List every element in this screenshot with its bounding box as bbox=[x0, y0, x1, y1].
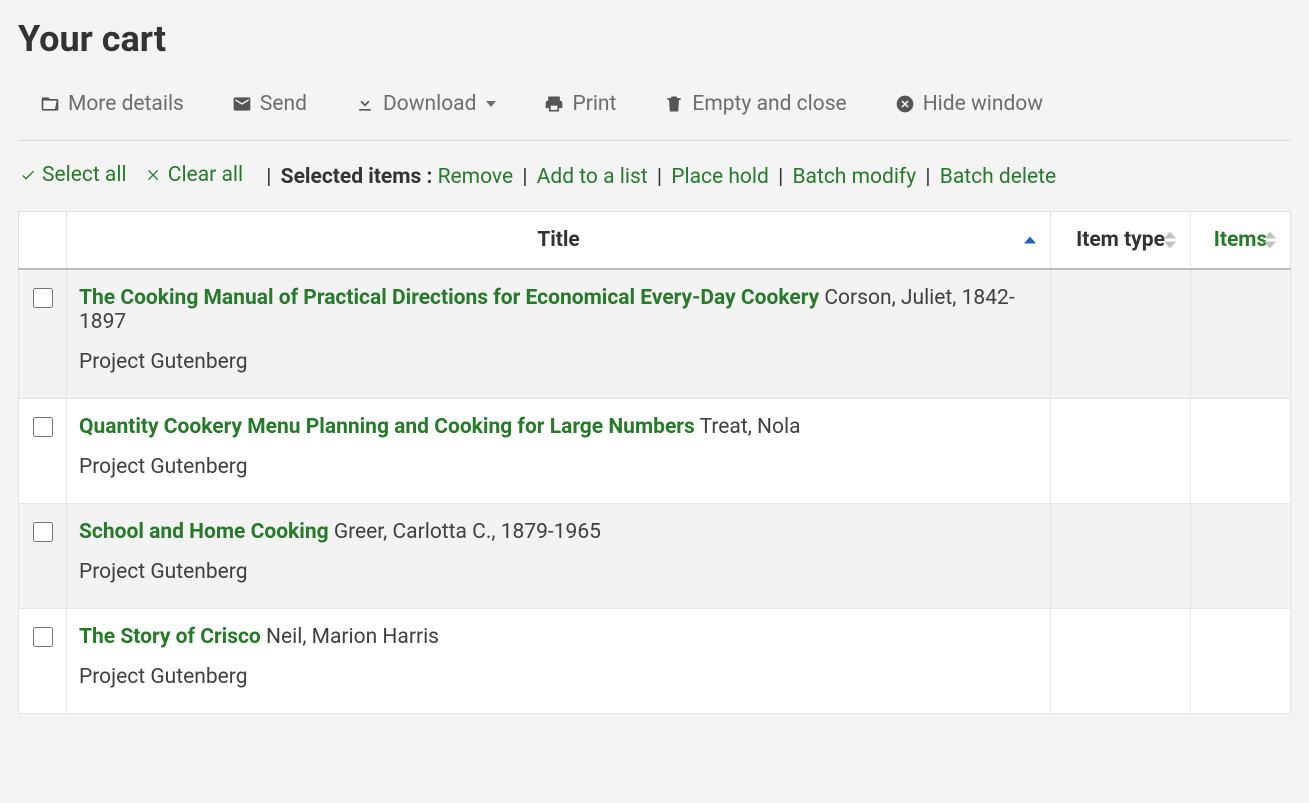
item-title-link[interactable]: The Cooking Manual of Practical Directio… bbox=[79, 286, 819, 310]
send-button[interactable]: Send bbox=[232, 92, 307, 116]
print-label: Print bbox=[572, 92, 616, 116]
item-author: Treat, Nola bbox=[700, 415, 801, 439]
row-checkbox[interactable] bbox=[33, 417, 53, 437]
item-title-link[interactable]: School and Home Cooking bbox=[79, 520, 329, 544]
row-title-cell: Quantity Cookery Menu Planning and Cooki… bbox=[67, 399, 1051, 504]
send-label: Send bbox=[260, 92, 307, 116]
sort-asc-icon bbox=[1164, 232, 1176, 239]
clear-all-button[interactable]: Clear all bbox=[146, 163, 243, 187]
more-details-label: More details bbox=[68, 92, 184, 116]
separator: | bbox=[518, 165, 531, 189]
clear-all-label: Clear all bbox=[168, 163, 243, 187]
remove-button[interactable]: Remove bbox=[438, 165, 514, 189]
column-item-type-label: Item type bbox=[1076, 228, 1165, 252]
cart-table: Title Item type Items The Cook bbox=[18, 211, 1291, 714]
separator: | bbox=[774, 165, 787, 189]
column-checkbox bbox=[19, 212, 67, 270]
separator: | bbox=[653, 165, 666, 189]
item-publisher: Project Gutenberg bbox=[79, 560, 1038, 584]
row-checkbox-cell bbox=[19, 609, 67, 714]
item-title-link[interactable]: Quantity Cookery Menu Planning and Cooki… bbox=[79, 415, 695, 439]
toolbar: More details Send Download Print Empty a… bbox=[18, 84, 1291, 141]
column-items[interactable]: Items bbox=[1191, 212, 1291, 270]
row-items bbox=[1191, 504, 1291, 609]
page-title: Your cart bbox=[18, 18, 1291, 60]
column-items-label: Items bbox=[1214, 228, 1268, 252]
row-item-type bbox=[1051, 399, 1191, 504]
print-button[interactable]: Print bbox=[544, 92, 616, 116]
row-item-type bbox=[1051, 504, 1191, 609]
table-header-row: Title Item type Items bbox=[19, 212, 1291, 270]
selected-items-label: Selected items : bbox=[281, 165, 433, 189]
hide-window-button[interactable]: Hide window bbox=[895, 92, 1043, 116]
print-icon bbox=[544, 94, 564, 114]
separator: | bbox=[921, 165, 934, 189]
separator: | bbox=[262, 165, 275, 189]
sort-indicator bbox=[1024, 237, 1036, 244]
row-checkbox-cell bbox=[19, 269, 67, 399]
download-label: Download bbox=[383, 92, 477, 116]
hide-window-label: Hide window bbox=[923, 92, 1043, 116]
row-items bbox=[1191, 609, 1291, 714]
empty-close-label: Empty and close bbox=[692, 92, 846, 116]
caret-down-icon bbox=[486, 101, 496, 107]
row-checkbox[interactable] bbox=[33, 627, 53, 647]
download-button[interactable]: Download bbox=[355, 92, 497, 116]
item-publisher: Project Gutenberg bbox=[79, 350, 1038, 374]
item-author: Neil, Marion Harris bbox=[266, 625, 439, 649]
batch-delete-button[interactable]: Batch delete bbox=[940, 165, 1056, 189]
row-title-cell: The Cooking Manual of Practical Directio… bbox=[67, 269, 1051, 399]
more-details-button[interactable]: More details bbox=[40, 92, 184, 116]
select-all-label: Select all bbox=[42, 163, 127, 187]
place-hold-button[interactable]: Place hold bbox=[671, 165, 769, 189]
folder-open-icon bbox=[40, 94, 60, 114]
row-item-type bbox=[1051, 609, 1191, 714]
add-to-list-button[interactable]: Add to a list bbox=[537, 165, 648, 189]
trash-icon bbox=[664, 94, 684, 114]
item-title-link[interactable]: The Story of Crisco bbox=[79, 625, 261, 649]
column-item-type[interactable]: Item type bbox=[1051, 212, 1191, 270]
table-row: The Story of Crisco Neil, Marion Harris P… bbox=[19, 609, 1291, 714]
download-icon bbox=[355, 94, 375, 114]
row-title-cell: The Story of Crisco Neil, Marion Harris P… bbox=[67, 609, 1051, 714]
table-row: Quantity Cookery Menu Planning and Cooki… bbox=[19, 399, 1291, 504]
row-item-type bbox=[1051, 269, 1191, 399]
table-row: School and Home Cooking Greer, Carlotta … bbox=[19, 504, 1291, 609]
row-checkbox[interactable] bbox=[33, 288, 53, 308]
column-title[interactable]: Title bbox=[67, 212, 1051, 270]
row-checkbox[interactable] bbox=[33, 522, 53, 542]
row-checkbox-cell bbox=[19, 399, 67, 504]
item-publisher: Project Gutenberg bbox=[79, 665, 1038, 689]
close-circle-icon bbox=[895, 94, 915, 114]
sort-desc-icon bbox=[1164, 242, 1176, 249]
envelope-icon bbox=[232, 94, 252, 114]
x-icon bbox=[146, 167, 162, 183]
column-title-label: Title bbox=[537, 228, 580, 252]
item-author: Greer, Carlotta C., 1879-1965 bbox=[334, 520, 601, 544]
sort-desc-icon bbox=[1264, 242, 1276, 249]
row-items bbox=[1191, 269, 1291, 399]
check-icon bbox=[20, 167, 36, 183]
row-checkbox-cell bbox=[19, 504, 67, 609]
sort-asc-icon bbox=[1024, 237, 1036, 244]
sort-indicator bbox=[1264, 232, 1276, 249]
select-all-button[interactable]: Select all bbox=[20, 163, 127, 187]
row-title-cell: School and Home Cooking Greer, Carlotta … bbox=[67, 504, 1051, 609]
sort-asc-icon bbox=[1264, 232, 1276, 239]
empty-close-button[interactable]: Empty and close bbox=[664, 92, 846, 116]
table-row: The Cooking Manual of Practical Directio… bbox=[19, 269, 1291, 399]
row-items bbox=[1191, 399, 1291, 504]
selection-bar: Select all Clear all | Selected items : … bbox=[18, 141, 1291, 211]
batch-modify-button[interactable]: Batch modify bbox=[792, 165, 916, 189]
sort-indicator bbox=[1164, 232, 1176, 249]
item-publisher: Project Gutenberg bbox=[79, 455, 1038, 479]
